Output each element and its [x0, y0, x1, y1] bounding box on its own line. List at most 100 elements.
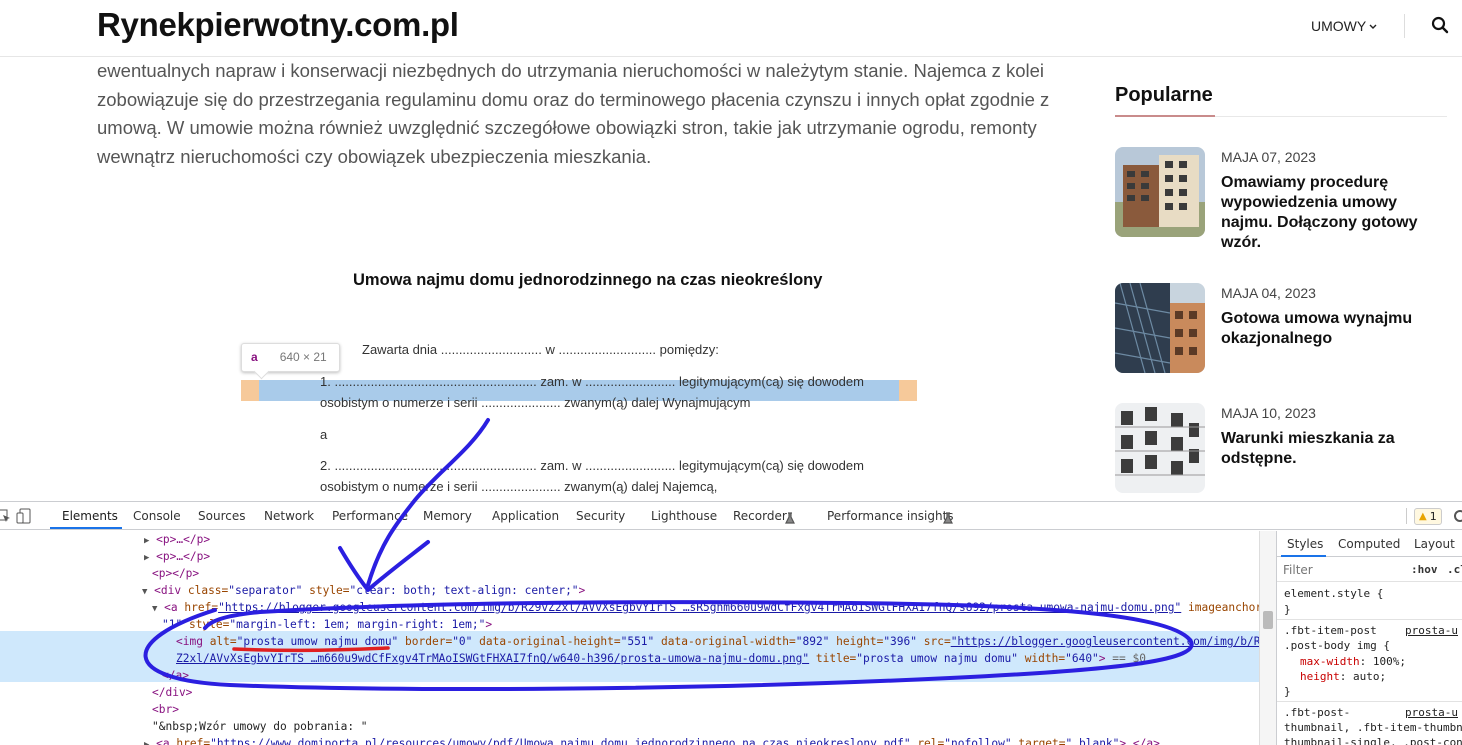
tab-elements[interactable]: Elements — [62, 509, 118, 523]
rule-selector[interactable]: .post-body img { — [1284, 639, 1390, 652]
inspect-tooltip-tag: a — [251, 350, 258, 364]
popular-post[interactable]: MAJA 10, 2023 Warunki mieszkania za odst… — [1115, 403, 1455, 495]
tab-console[interactable]: Console — [133, 509, 181, 523]
class-toggle[interactable]: .cl — [1447, 563, 1462, 576]
tab-application[interactable]: Application — [492, 509, 559, 523]
expand-arrow-icon[interactable]: ▶ — [144, 536, 149, 546]
warning-icon: ▲ — [1419, 511, 1427, 522]
inspect-margin-highlight-right — [899, 380, 917, 401]
inspect-element-icon[interactable] — [0, 508, 12, 524]
tab-network[interactable]: Network — [264, 509, 314, 523]
sidebar-divider-accent — [1115, 115, 1215, 117]
dom-node-p[interactable]: ▶ <p>…</p> — [144, 531, 210, 548]
post-thumbnail[interactable] — [1115, 147, 1205, 237]
dom-node-div-close[interactable]: </div> — [152, 684, 192, 701]
collapse-arrow-icon[interactable]: ▼ — [142, 587, 147, 597]
post-date: MAJA 04, 2023 — [1221, 285, 1316, 301]
inspect-margin-highlight-left — [241, 380, 259, 401]
hover-state-toggle[interactable]: :hov — [1411, 563, 1438, 576]
dom-node-a-image-cont[interactable]: "1" style="margin-left: 1em; margin-righ… — [162, 616, 492, 633]
styles-filter-bar: :hov .cl — [1277, 558, 1462, 582]
dom-node-p[interactable]: ▶ <p>…</p> — [144, 548, 210, 565]
post-date: MAJA 07, 2023 — [1221, 149, 1316, 165]
nav-divider — [1404, 14, 1405, 38]
element-style-rule[interactable]: element.style { — [1284, 587, 1383, 600]
inspect-tooltip-size: 640 × 21 — [279, 350, 327, 364]
warnings-badge[interactable]: ▲ 1 — [1414, 508, 1442, 525]
rule-selector[interactable]: .fbt-post- — [1284, 706, 1350, 719]
tab-memory[interactable]: Memory — [423, 509, 472, 523]
dom-node-img[interactable]: <img alt="prosta umow najmu domu" border… — [176, 633, 1259, 650]
dom-node-div-separator[interactable]: ▼ <div class="separator" style="clear: b… — [142, 582, 585, 599]
styles-tabbar: Styles Computed Layout — [1277, 531, 1462, 557]
dom-node-a-image[interactable]: ▼ <a href="https://blogger.googleusercon… — [152, 599, 1259, 616]
collapse-arrow-icon[interactable]: ▼ — [152, 604, 157, 614]
search-icon[interactable] — [1431, 16, 1451, 36]
post-title[interactable]: Warunki mieszkania za odstępne. — [1221, 429, 1441, 469]
agreement-title: Umowa najmu domu jednorodzinnego na czas… — [353, 271, 823, 289]
elements-scrollbar[interactable] — [1259, 531, 1276, 745]
dom-node-text[interactable]: "&nbsp;Wzór umowy do pobrania: " — [152, 718, 368, 735]
tab-security[interactable]: Security — [576, 509, 625, 523]
devtools-tabbar: Elements Console Sources Network Perform… — [0, 502, 1462, 530]
dom-node-a-download[interactable]: ▶ <a href="https://www.domiporta.pl/reso… — [144, 735, 1160, 745]
device-toolbar-icon[interactable] — [16, 508, 32, 524]
elements-tree[interactable]: ▶ <p>…</p> ▶ <p>…</p> <p></p> ▼ <div cla… — [0, 531, 1259, 745]
css-declaration[interactable]: height: auto; — [1300, 670, 1386, 683]
tab-performance-insights[interactable]: Performance insights — [827, 509, 954, 523]
tab-layout[interactable]: Layout — [1414, 537, 1455, 551]
flask-icon — [785, 509, 797, 524]
css-declaration[interactable]: max-width: 100%; — [1300, 655, 1406, 668]
settings-icon[interactable] — [1452, 508, 1462, 524]
tab-styles[interactable]: Styles — [1287, 537, 1323, 551]
agreement-line: a — [320, 427, 328, 442]
active-tab-indicator — [1281, 555, 1326, 557]
tab-sources[interactable]: Sources — [198, 509, 245, 523]
rule-selector[interactable]: .fbt-item-post — [1284, 624, 1377, 637]
dom-node-img-cont[interactable]: Z2xl/AVvXsEgbvYIrTS …m660u9wdCfFxgv4TrMA… — [176, 650, 1146, 667]
post-thumbnail[interactable] — [1115, 403, 1205, 493]
styles-filter-input[interactable] — [1283, 562, 1403, 578]
tab-lighthouse[interactable]: Lighthouse — [651, 509, 717, 523]
active-tab-indicator — [50, 527, 122, 529]
nav-umowy-label: UMOWY — [1311, 18, 1367, 34]
warning-count: 1 — [1429, 510, 1437, 523]
sidebar-title: Popularne — [1115, 84, 1213, 106]
site-header: Rynekpierwotny.com.pl UMOWY — [0, 0, 1462, 57]
rule-selector[interactable]: thumbnail-single, .post-cont — [1284, 736, 1462, 745]
agreement-line: 1. .....................................… — [320, 374, 864, 389]
post-title[interactable]: Omawiamy procedurę wypowiedzenia umowy n… — [1221, 173, 1441, 253]
devtools-panel: Elements Console Sources Network Perform… — [0, 501, 1462, 745]
rule-source-link[interactable]: prosta-u — [1405, 706, 1458, 719]
styles-pane: Styles Computed Layout :hov .cl element.… — [1276, 531, 1462, 745]
rule-selector[interactable]: thumbnail, .fbt-item-thumbna — [1284, 721, 1462, 734]
elements-scrollbar-thumb[interactable] — [1263, 611, 1273, 629]
post-thumbnail[interactable] — [1115, 283, 1205, 373]
nav-umowy-menu[interactable]: UMOWY — [1311, 18, 1377, 34]
dom-node-a-close[interactable]: </a> — [162, 667, 189, 684]
agreement-image[interactable]: Umowa najmu domu jednorodzinnego na czas… — [240, 255, 920, 500]
post-date: MAJA 10, 2023 — [1221, 405, 1316, 421]
dom-node-br[interactable]: <br> — [152, 701, 179, 718]
agreement-line: osobistym o numerze i serii ............… — [320, 395, 751, 410]
expand-arrow-icon[interactable]: ▶ — [144, 740, 149, 745]
popular-post[interactable]: MAJA 04, 2023 Gotowa umowa wynajmu okazj… — [1115, 283, 1455, 375]
site-logo[interactable]: Rynekpierwotny.com.pl — [97, 6, 459, 44]
tab-recorder[interactable]: Recorder — [733, 509, 787, 523]
tab-performance[interactable]: Performance — [332, 509, 408, 523]
expand-arrow-icon[interactable]: ▶ — [144, 553, 149, 563]
article-paragraph: ewentualnych napraw i konserwacji niezbę… — [97, 60, 1050, 168]
rule-source-link[interactable]: prosta-u — [1405, 624, 1458, 637]
agreement-line: osobistym o numerze i serii ............… — [320, 479, 718, 494]
tab-computed[interactable]: Computed — [1338, 537, 1400, 551]
post-title[interactable]: Gotowa umowa wynajmu okazjonalnego — [1221, 309, 1441, 349]
agreement-line: 2. .....................................… — [320, 458, 864, 473]
rule-close-brace: } — [1284, 685, 1291, 698]
dom-node-p-empty[interactable]: <p></p> — [152, 565, 199, 582]
popular-post[interactable]: MAJA 07, 2023 Omawiamy procedurę wypowie… — [1115, 147, 1455, 251]
inspect-tooltip: a 640 × 21 — [241, 343, 340, 372]
flask-icon — [943, 509, 955, 524]
chevron-down-icon — [1369, 22, 1377, 32]
tabbar-separator — [1406, 508, 1407, 524]
rule-close-brace: } — [1284, 603, 1291, 616]
